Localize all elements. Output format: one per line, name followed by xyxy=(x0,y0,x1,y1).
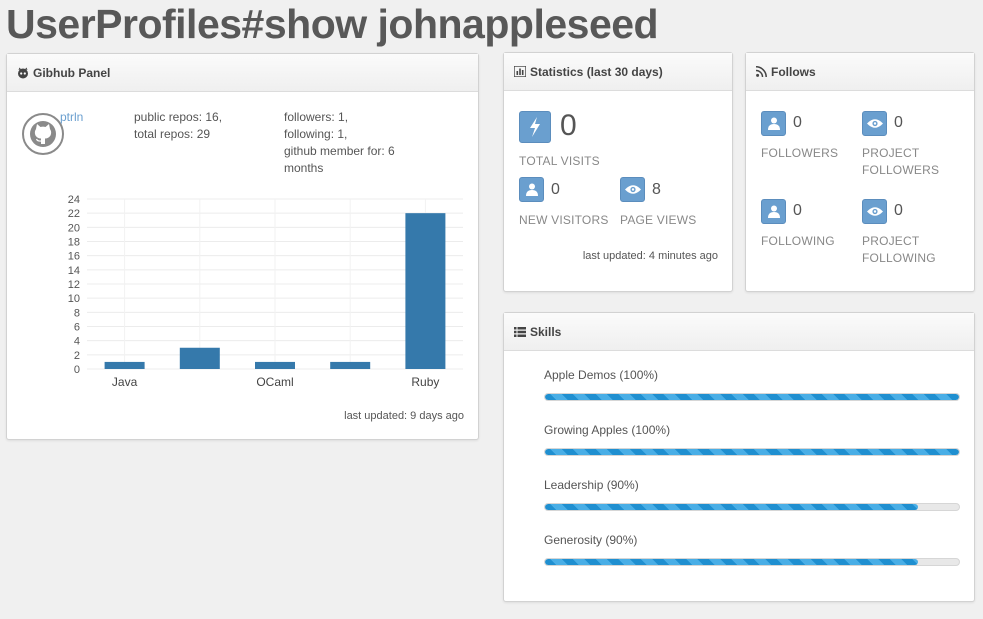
skill-progress-bar xyxy=(544,503,960,511)
y-tick-label: 18 xyxy=(68,237,80,249)
project-following-icon xyxy=(862,199,887,224)
user-icon xyxy=(767,205,780,218)
y-tick-label: 2 xyxy=(74,350,80,362)
skill-progress-bar xyxy=(544,448,960,456)
x-tick-label: Java xyxy=(112,375,138,389)
public-repos: public repos: 16, xyxy=(134,110,223,124)
page-views-value: 8 xyxy=(652,181,661,198)
skill-label: Apple Demos (100%) xyxy=(544,368,659,382)
rss-icon xyxy=(756,66,767,77)
bar[interactable] xyxy=(104,361,145,369)
repo-language-chart: 024681012141618202224Java OCaml Ruby xyxy=(68,194,463,389)
github-panel-title: Gibhub Panel xyxy=(33,65,111,80)
statistics-panel-title: Statistics (last 30 days) xyxy=(530,64,663,79)
statistics-panel: Statistics (last 30 days) 0 TOTAL VISITS… xyxy=(503,52,733,292)
total-repos: total repos: 29 xyxy=(134,127,211,141)
page-views-label: PAGE VIEWS xyxy=(620,213,697,227)
new-visitors-label: NEW VISITORS xyxy=(519,213,609,227)
project-followers-icon xyxy=(862,111,887,136)
follows-panel-header: Follows xyxy=(746,53,974,91)
followers-value: 0 xyxy=(793,114,802,131)
total-visits-icon xyxy=(519,111,551,143)
y-tick-label: 0 xyxy=(74,364,80,376)
skills-panel-title: Skills xyxy=(530,324,562,339)
project-following-label-2: FOLLOWING xyxy=(862,251,936,265)
skill-label: Generosity (90%) xyxy=(544,533,638,547)
github-panel: Gibhub Panel ptrln public repos: 16, tot… xyxy=(6,53,479,440)
skill-progress-bar xyxy=(544,558,960,566)
total-visits-label: TOTAL VISITS xyxy=(519,154,600,168)
project-followers-label-2: FOLLOWERS xyxy=(862,163,940,177)
new-visitors-value: 0 xyxy=(551,181,560,198)
page-views-icon xyxy=(620,177,645,202)
github-panel-header: Gibhub Panel xyxy=(7,54,478,92)
list-icon xyxy=(514,326,526,337)
skill-progress-fill xyxy=(545,504,918,510)
y-tick-label: 22 xyxy=(68,208,80,220)
skill-progress-bar xyxy=(544,393,960,401)
eye-icon xyxy=(624,185,641,194)
eye-icon xyxy=(866,207,883,216)
user-icon xyxy=(525,183,538,196)
y-tick-label: 10 xyxy=(68,293,80,305)
total-visits-value: 0 xyxy=(560,109,577,142)
followers-icon xyxy=(761,111,786,136)
followers-count: followers: 1, xyxy=(284,110,349,124)
y-tick-label: 16 xyxy=(68,251,80,263)
new-visitors-icon xyxy=(519,177,544,202)
y-tick-label: 20 xyxy=(68,222,80,234)
follows-panel-title: Follows xyxy=(771,64,816,79)
following-value: 0 xyxy=(793,202,802,219)
skill-progress-fill xyxy=(545,559,918,565)
x-tick-label: OCaml xyxy=(256,375,293,389)
following-count: following: 1, xyxy=(284,127,348,141)
y-tick-label: 6 xyxy=(74,322,80,334)
y-tick-label: 24 xyxy=(68,194,80,206)
project-following-value: 0 xyxy=(894,202,903,219)
github-username-link[interactable]: ptrln xyxy=(60,109,83,126)
lightning-icon xyxy=(530,117,540,137)
y-tick-label: 12 xyxy=(68,279,80,291)
bar[interactable] xyxy=(405,213,446,369)
followers-label: FOLLOWERS xyxy=(761,146,839,160)
user-icon xyxy=(767,117,780,130)
following-label: FOLLOWING xyxy=(761,234,835,248)
bar[interactable] xyxy=(255,361,295,369)
skill-label: Leadership (90%) xyxy=(544,478,639,492)
y-tick-label: 14 xyxy=(68,265,80,277)
eye-icon xyxy=(866,119,883,128)
statistics-panel-header: Statistics (last 30 days) xyxy=(504,53,732,91)
skills-panel: Skills Apple Demos (100%) Growing Apples… xyxy=(503,312,975,602)
member-for: github member for: 6 xyxy=(284,144,395,158)
following-icon xyxy=(761,199,786,224)
project-followers-label-1: PROJECT xyxy=(862,146,920,160)
github-icon xyxy=(17,67,29,79)
x-tick-label: Ruby xyxy=(411,375,439,389)
y-tick-label: 4 xyxy=(74,336,80,348)
bar[interactable] xyxy=(179,347,220,369)
skill-label: Growing Apples (100%) xyxy=(544,423,671,437)
follows-panel: Follows 0 FOLLOWERS 0 PROJECT FOLLOWERS … xyxy=(745,52,975,292)
project-following-label-1: PROJECT xyxy=(862,234,920,248)
bar[interactable] xyxy=(330,361,371,369)
statistics-updated: last updated: 4 minutes ago xyxy=(582,250,718,262)
project-followers-value: 0 xyxy=(894,114,903,131)
member-for-unit: months xyxy=(284,161,324,175)
octocat-icon xyxy=(30,121,56,147)
skills-panel-header: Skills xyxy=(504,313,974,351)
github-avatar[interactable] xyxy=(22,113,64,155)
skill-progress-fill xyxy=(545,449,959,455)
skill-progress-fill xyxy=(545,394,959,400)
bar-chart-icon xyxy=(514,66,526,77)
page-title: UserProfiles#show johnappleseed xyxy=(6,1,659,47)
y-tick-label: 8 xyxy=(74,307,80,319)
github-updated: last updated: 9 days ago xyxy=(344,410,464,422)
